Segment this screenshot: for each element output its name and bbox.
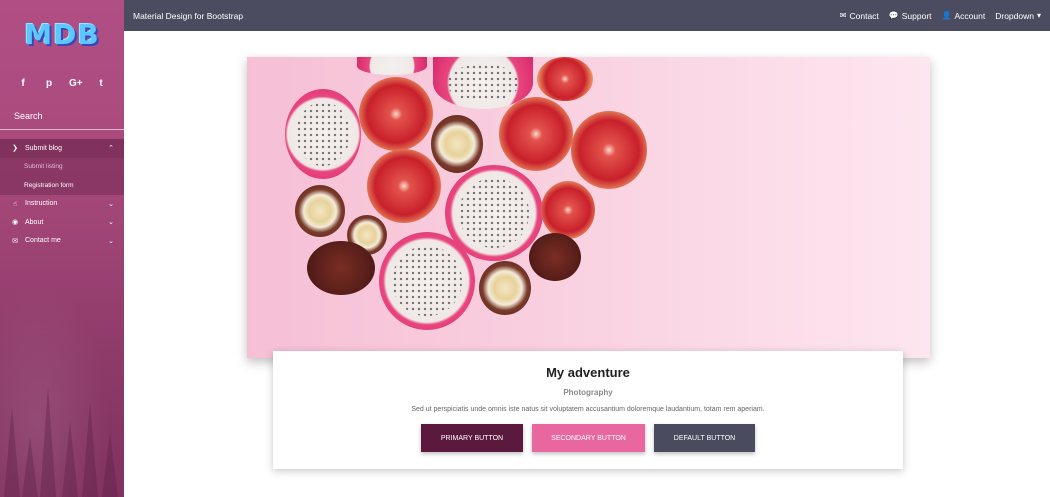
google-plus-icon[interactable]: G+ [69, 78, 83, 89]
rambutan-image [295, 185, 345, 237]
sidebar-background-image [0, 257, 124, 497]
card-body: My adventure Photography Sed ut perspici… [273, 351, 903, 469]
dragon-fruit-image [357, 57, 427, 75]
chevron-down-icon: ⌄ [108, 237, 114, 245]
nav-label: Support [901, 10, 932, 21]
dragon-fruit-image [379, 232, 475, 330]
sidebar-item-about[interactable]: ◉ About ⌄ [0, 213, 124, 232]
sidebar-item-label: Contact me [25, 237, 61, 245]
sidebar-menu: ❯ Submit blog ⌃ Submit listing Registrat… [0, 139, 124, 250]
default-button[interactable]: Default button [654, 424, 755, 452]
blood-orange-image [499, 97, 573, 171]
chevron-down-icon: ⌄ [108, 219, 114, 227]
blood-orange-image [367, 149, 441, 223]
envelope-icon: ✉ [839, 11, 847, 20]
comments-icon: 💬 [888, 11, 899, 20]
primary-button[interactable]: Primary button [421, 424, 523, 452]
social-links: f p G+ t [0, 78, 124, 89]
navbar-brand[interactable]: Material Design for Bootstrap [133, 11, 840, 21]
chevron-right-icon: ❯ [12, 145, 18, 153]
secondary-button[interactable]: Secondary button [532, 424, 645, 452]
nav-contact-link[interactable]: ✉ Contact [840, 11, 879, 21]
blood-orange-image [537, 57, 593, 101]
blood-orange-image [359, 77, 433, 151]
search-input[interactable]: Search [0, 104, 124, 130]
card-title: My adventure [546, 365, 630, 380]
card-actions: Primary button Secondary button Default … [273, 424, 903, 452]
rambutan-whole-image [307, 241, 375, 295]
blood-orange-image [541, 181, 595, 239]
facebook-icon[interactable]: f [17, 78, 29, 89]
blood-orange-image [571, 111, 647, 189]
nav-dropdown-toggle[interactable]: Dropdown ▾ [995, 11, 1041, 21]
card-description: Sed ut perspiciatis unde omnis iste natu… [411, 406, 765, 413]
user-icon: 👤 [941, 11, 952, 20]
nav-support-link[interactable]: 💬 Support [889, 11, 932, 21]
envelope-icon: ✉ [12, 237, 18, 245]
nav-label: Account [954, 10, 986, 21]
navbar-links: ✉ Contact 💬 Support 👤 Account Dropdown ▾ [840, 11, 1041, 21]
rambutan-image [479, 261, 531, 315]
rambutan-whole-image [529, 233, 581, 281]
pinterest-icon[interactable]: p [43, 78, 55, 89]
sidebar-item-submit-blog[interactable]: ❯ Submit blog ⌃ [0, 139, 124, 158]
dragon-fruit-image [285, 89, 361, 179]
rambutan-image [431, 115, 483, 173]
chevron-up-icon: ⌃ [108, 145, 114, 153]
sidebar-item-instruction[interactable]: ☝ Instruction ⌄ [0, 195, 124, 214]
chevron-down-icon: ⌄ [108, 200, 114, 208]
logo[interactable]: MDB [0, 18, 124, 51]
twitter-icon[interactable]: t [95, 78, 107, 89]
nav-label: Dropdown [995, 10, 1034, 21]
sidebar-item-contact-me[interactable]: ✉ Contact me ⌄ [0, 232, 124, 251]
sidebar-item-label: Submit blog [25, 144, 62, 152]
card-image [247, 57, 930, 358]
top-navbar: Material Design for Bootstrap ✉ Contact … [124, 0, 1050, 31]
card-subtitle: Photography [563, 388, 613, 397]
nav-account-link[interactable]: 👤 Account [942, 11, 986, 21]
sidebar-subitem-submit-listing[interactable]: Submit listing [0, 157, 124, 176]
nav-label: Contact [849, 10, 879, 21]
hand-pointer-icon: ☝ [12, 200, 18, 208]
eye-icon: ◉ [11, 219, 19, 227]
sidebar-item-label: About [25, 218, 44, 226]
sidebar-subitem-registration-form[interactable]: Registration form [0, 176, 124, 195]
caret-down-icon: ▾ [1036, 11, 1041, 20]
sidebar-item-label: Instruction [25, 200, 58, 208]
sidebar: MDB f p G+ t Search ❯ Submit blog ⌃ Subm… [0, 0, 124, 497]
